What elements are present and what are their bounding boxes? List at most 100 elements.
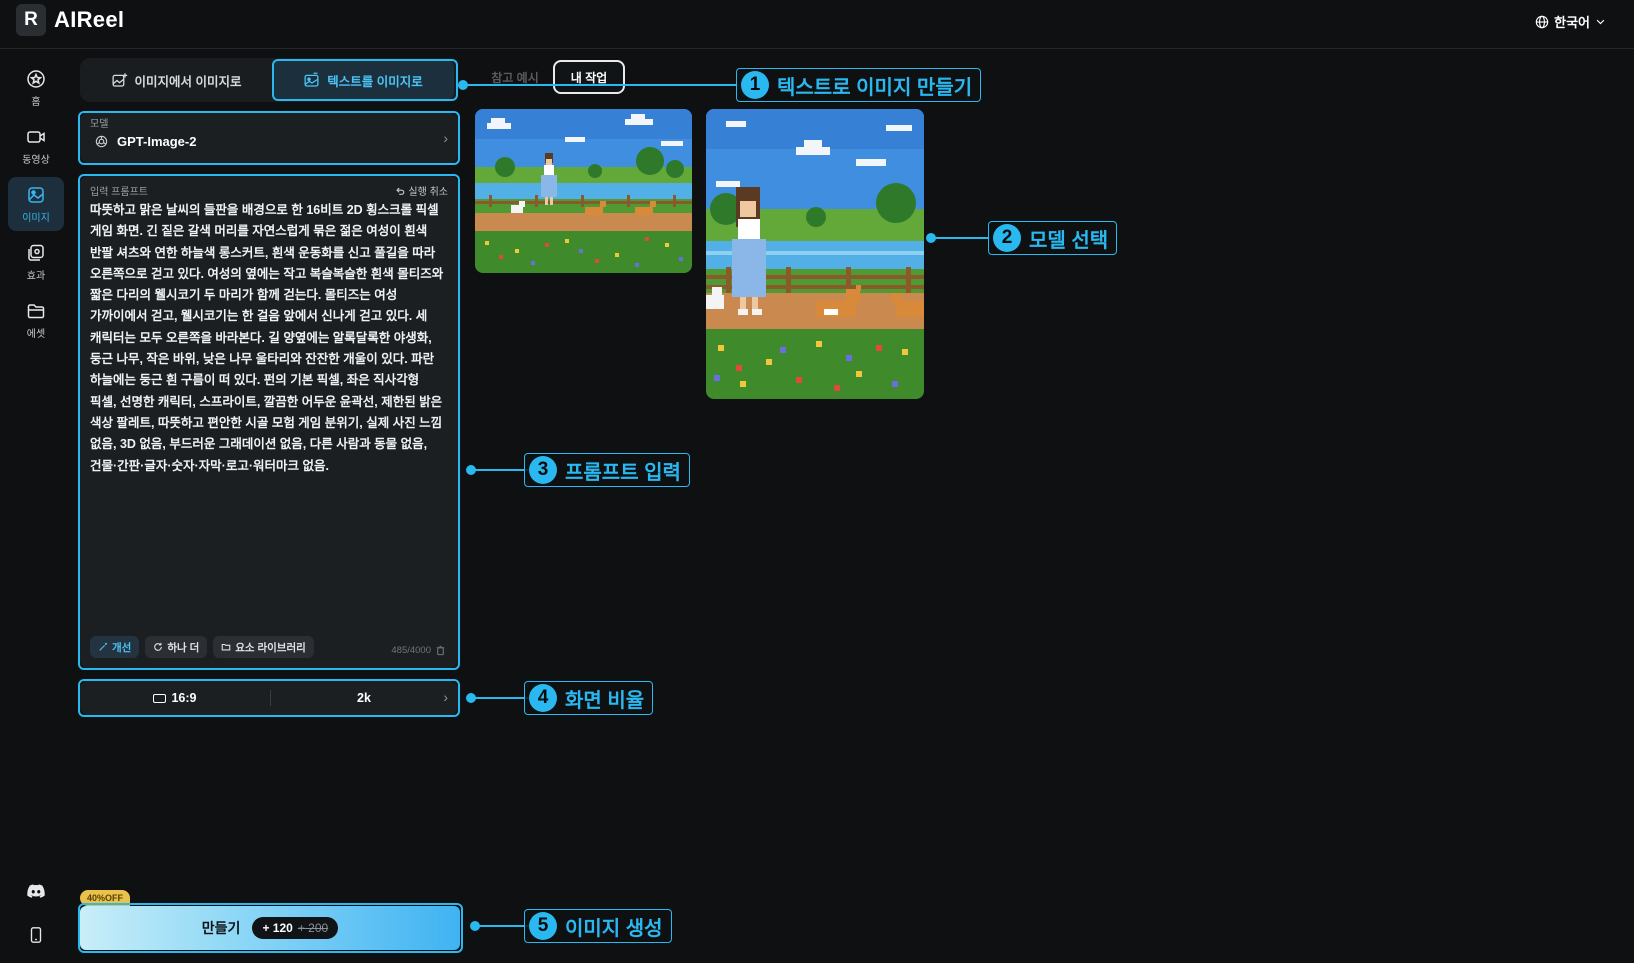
callout-connector: [470, 469, 530, 471]
model-selector[interactable]: 모델 GPT-Image-2 ›: [80, 113, 458, 163]
callout-dot: [466, 693, 476, 703]
discount-badge: 40%OFF: [80, 890, 130, 906]
callout-connector: [930, 237, 990, 239]
folder-open-icon: [221, 643, 231, 651]
magic-wand-icon: [99, 642, 107, 651]
enhance-button[interactable]: 개선: [90, 636, 140, 658]
aspect-ratio-icon: [153, 693, 167, 703]
element-library-button[interactable]: 요소 라이브러리: [213, 636, 314, 658]
tab-label: 이미지에서 이미지로: [134, 74, 242, 89]
character-counter: 485/4000: [391, 645, 446, 656]
callout-dot: [458, 80, 468, 90]
video-icon: [27, 130, 45, 143]
mode-tabs: 이미지에서 이미지로 텍스트를 이미지로: [80, 58, 458, 102]
callout-number: 5: [529, 912, 557, 940]
openai-icon: [95, 135, 108, 148]
create-label: 만들기: [201, 920, 241, 936]
counter-value: 485/4000: [391, 645, 431, 656]
callout-connector: [470, 697, 530, 699]
star-home-icon: [27, 69, 45, 88]
callout-connector: [474, 925, 530, 927]
pixel-art-scene: [475, 109, 692, 273]
image-plus-icon: [111, 72, 127, 87]
generated-image[interactable]: [706, 109, 924, 399]
sidebar-item-label: 효과: [26, 270, 46, 282]
aspect-ratio-value: 16:9: [171, 691, 197, 705]
sidebar: 홈 동영상 이미지 효과 에셋: [0, 49, 72, 963]
chevron-right-icon: ›: [443, 689, 448, 705]
callout-2: 2 모델 선택: [988, 221, 1118, 255]
mobile-icon: [30, 927, 42, 943]
callout-dot: [466, 465, 476, 475]
app-name: AIReel: [54, 7, 125, 32]
chevron-down-icon: [1596, 19, 1605, 25]
callout-connector: [462, 84, 738, 86]
one-more-button[interactable]: 하나 더: [145, 636, 208, 658]
app-logo[interactable]: R AIReel: [16, 4, 124, 36]
callout-dot: [926, 233, 936, 243]
language-selector[interactable]: 한국어: [1535, 12, 1606, 31]
credit-cost: + 120 + 200: [252, 917, 339, 939]
aspect-ratio-selector[interactable]: 16:9: [80, 681, 270, 715]
logo-mark: R: [16, 4, 46, 36]
sidebar-item-video[interactable]: 동영상: [8, 119, 64, 173]
discord-link[interactable]: [24, 879, 48, 903]
prompt-tools: 개선 하나 더 요소 라이브러리: [90, 636, 314, 658]
sidebar-item-label: 에셋: [26, 328, 46, 340]
discord-icon: [27, 884, 45, 898]
sidebar-item-label: 이미지: [22, 212, 50, 224]
model-value: GPT-Image-2: [94, 134, 196, 149]
undo-label: 실행 취소: [408, 187, 448, 198]
image-icon: [28, 186, 44, 203]
top-bar: R AIReel 한국어: [0, 0, 1634, 49]
tab-my-work[interactable]: 내 작업: [553, 60, 625, 94]
callout-text: 화면 비율: [565, 689, 645, 712]
language-label: 한국어: [1554, 15, 1590, 30]
resolution-selector[interactable]: 2k: [270, 681, 458, 715]
tab-text-to-image[interactable]: 텍스트를 이미지로: [272, 60, 454, 100]
prompt-panel: 입력 프롬프트 실행 취소 따뜻하고 맑은 날씨의 들판을 배경으로 한 16비…: [80, 176, 458, 668]
folder-icon: [27, 303, 45, 318]
chip-label: 하나 더: [167, 641, 200, 654]
callout-number: 3: [529, 456, 557, 484]
tab-label: 텍스트를 이미지로: [327, 74, 423, 89]
chip-label: 개선: [112, 641, 132, 654]
callout-number: 2: [993, 224, 1021, 252]
ratio-settings[interactable]: 16:9 2k ›: [80, 681, 458, 715]
mobile-app-link[interactable]: [24, 923, 48, 947]
trash-icon[interactable]: [435, 645, 446, 656]
tab-reference-examples[interactable]: 참고 예시: [480, 60, 550, 94]
chip-label: 요소 라이브러리: [235, 641, 306, 654]
callout-text: 텍스트로 이미지 만들기: [777, 76, 973, 99]
cost-value: + 120: [262, 921, 293, 935]
refresh-icon: [154, 642, 163, 651]
create-button[interactable]: 만들기 + 120 + 200: [80, 906, 460, 950]
cost-original: + 200: [297, 921, 329, 935]
prompt-textarea[interactable]: 따뜻하고 맑은 날씨의 들판을 배경으로 한 16비트 2D 횡스크롤 픽셀 게…: [90, 200, 446, 477]
pixel-art-scene: [706, 109, 924, 399]
sidebar-item-home[interactable]: 홈: [8, 61, 64, 115]
globe-icon: [1535, 15, 1549, 28]
callout-number: 1: [741, 71, 769, 99]
callout-dot: [470, 921, 480, 931]
generated-image[interactable]: [475, 109, 692, 273]
callout-text: 프롬프트 입력: [565, 461, 681, 484]
callout-3: 3 프롬프트 입력: [524, 453, 690, 487]
text-image-icon: [304, 72, 319, 87]
resolution-value: 2k: [357, 691, 371, 705]
sidebar-item-label: 동영상: [22, 154, 50, 166]
model-label: 모델: [90, 119, 109, 130]
sidebar-item-image[interactable]: 이미지: [8, 177, 64, 231]
callout-number: 4: [529, 684, 557, 712]
undo-button[interactable]: 실행 취소: [395, 183, 448, 198]
callout-text: 이미지 생성: [565, 917, 663, 940]
undo-icon: [396, 187, 405, 195]
sidebar-item-effects[interactable]: 효과: [8, 235, 64, 289]
tab-image-to-image[interactable]: 이미지에서 이미지로: [86, 60, 266, 100]
prompt-label: 입력 프롬프트: [90, 187, 148, 198]
chevron-right-icon: ›: [443, 130, 448, 146]
sidebar-item-assets[interactable]: 에셋: [8, 293, 64, 347]
effects-icon: [28, 244, 44, 261]
callout-5: 5 이미지 생성: [524, 909, 672, 943]
callout-1: 1 텍스트로 이미지 만들기: [736, 68, 982, 102]
